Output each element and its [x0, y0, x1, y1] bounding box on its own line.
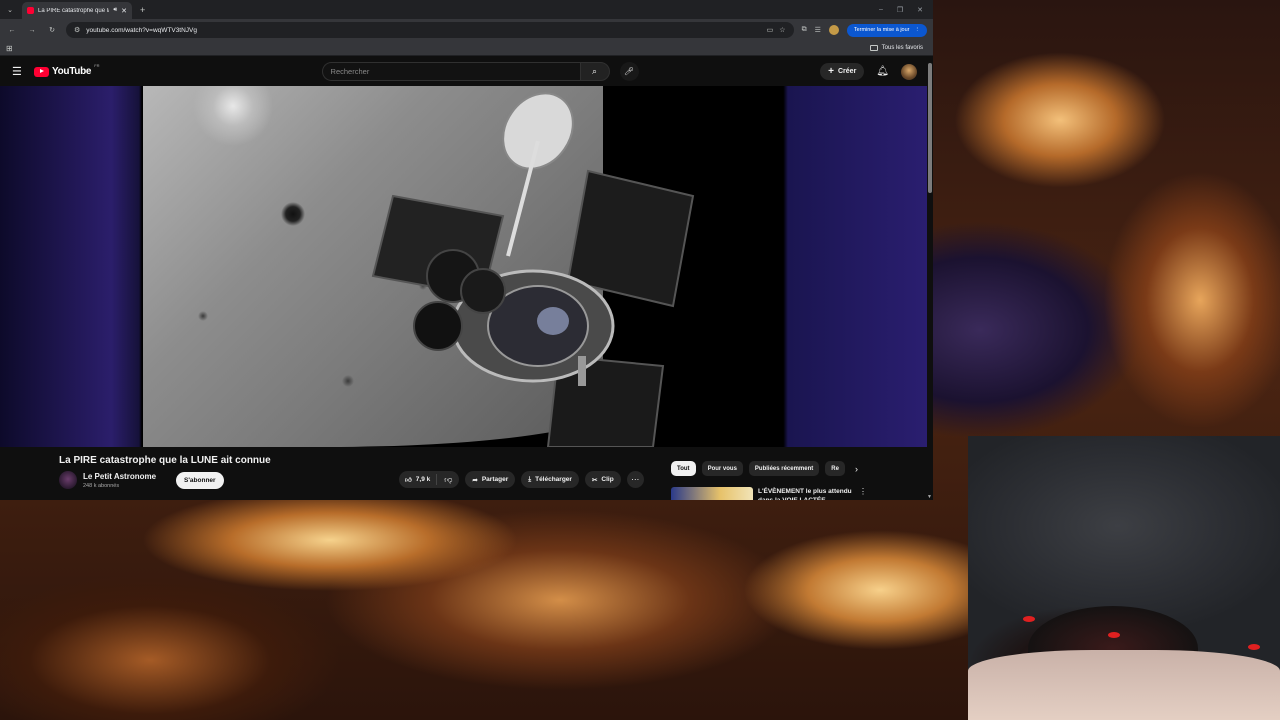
scroll-down-icon[interactable]: ▼ — [927, 494, 932, 500]
clip-label: Clip — [601, 476, 614, 483]
all-bookmarks-label: Tous les favoris — [881, 45, 923, 51]
chip-recent[interactable]: Publiées récemment — [748, 461, 820, 476]
channel-name[interactable]: Le Petit Astronome — [83, 472, 156, 481]
subscribe-button[interactable]: S'abonner — [176, 471, 224, 489]
minimize-icon[interactable]: – — [879, 6, 883, 14]
channel-info: Le Petit Astronome 248 k abonnés — [83, 472, 156, 489]
speaker-icon[interactable]: 🔊︎ — [113, 7, 117, 14]
chip-all[interactable]: Tout — [671, 461, 696, 476]
notifications-bell-icon[interactable]: 🔔︎ — [876, 66, 889, 77]
extensions-icon[interactable]: ⧉ — [802, 26, 807, 34]
browser-window: ⌄ La PIRE catastrophe que la 🔊︎ ✕ + – ❐ … — [0, 0, 933, 500]
close-window-icon[interactable]: ✕ — [917, 6, 923, 14]
webcam-overlay — [968, 436, 1280, 720]
menu-icon[interactable]: ☰ — [12, 65, 30, 78]
video-player[interactable] — [0, 86, 927, 447]
red-light-spot — [1248, 644, 1260, 650]
forward-icon[interactable]: → — [26, 27, 38, 34]
youtube-header: ☰ YouTube FR ⌕ 🎤︎ + Créer 🔔︎ — [0, 57, 933, 86]
address-bar[interactable]: ⚙ youtube.com/watch?v=wqWTV3tNJVg ▭ ☆ — [66, 22, 794, 38]
chevron-right-icon[interactable]: › — [855, 464, 858, 474]
download-button[interactable]: ⤓ Télécharger — [521, 471, 579, 488]
back-icon[interactable]: ← — [6, 27, 18, 34]
search-input[interactable] — [321, 62, 580, 81]
all-bookmarks-button[interactable]: Tous les favoris — [869, 45, 927, 51]
tab-title: La PIRE catastrophe que la — [38, 7, 110, 14]
video-actions: 👍︎ 7,9 k 👎︎ ➦ Partager ⤓ Télécharger ✂ C… — [399, 471, 644, 488]
youtube-play-icon — [34, 66, 49, 77]
update-button[interactable]: Terminer la mise à jour ⋮ — [846, 23, 927, 37]
plus-icon: + — [828, 66, 834, 77]
bookmarks-bar: ⊞ Tous les favoris — [0, 41, 933, 56]
microphone-icon[interactable]: 🎤︎ — [619, 62, 639, 81]
bookmark-star-icon[interactable]: ☆ — [779, 26, 785, 34]
recommended-title[interactable]: L'ÉVÈNEMENT le plus attendu dans la VOIE… — [758, 487, 854, 500]
share-icon: ➦ — [472, 476, 478, 484]
scissors-icon: ✂ — [591, 476, 598, 484]
youtube-logo[interactable]: YouTube FR — [34, 63, 100, 77]
more-actions-icon[interactable]: ⋯ — [626, 471, 644, 488]
like-button[interactable]: 👍︎ 7,9 k — [399, 474, 438, 485]
create-label: Créer — [838, 68, 857, 75]
profile-avatar[interactable] — [828, 25, 839, 35]
new-tab-button[interactable]: + — [140, 5, 145, 15]
webcam-foreground — [968, 650, 1280, 720]
subscriber-count: 248 k abonnés — [83, 482, 120, 489]
recommendation-chips: Tout Pour vous Publiées récemment Re › — [671, 461, 858, 476]
active-tab[interactable]: La PIRE catastrophe que la 🔊︎ ✕ — [22, 2, 132, 19]
chip-for-you[interactable]: Pour vous — [701, 461, 743, 476]
video-title: La PIRE catastrophe que la LUNE ait conn… — [59, 455, 271, 466]
browser-toolbar: ← → ↻ ⚙ youtube.com/watch?v=wqWTV3tNJVg … — [0, 19, 933, 41]
recommended-thumbnail[interactable] — [671, 487, 753, 500]
recommended-video[interactable]: L'ÉVÈNEMENT le plus attendu dans la VOIE… — [671, 487, 871, 500]
country-code: FR — [94, 63, 100, 68]
window-controls: – ❐ ✕ — [879, 6, 933, 14]
download-label: Télécharger — [535, 476, 572, 483]
tab-search-button[interactable]: ⌄ — [4, 4, 16, 16]
more-options-icon[interactable]: ⋮ — [859, 487, 867, 500]
red-light-spot — [1023, 616, 1035, 622]
cast-icon[interactable]: ▭ — [767, 26, 774, 34]
share-label: Partager — [481, 476, 509, 483]
update-label: Terminer la mise à jour — [853, 27, 910, 33]
like-count: 7,9 k — [415, 476, 431, 483]
download-icon: ⤓ — [528, 475, 532, 483]
menu-kebab-icon: ⋮ — [914, 27, 921, 33]
header-actions: + Créer 🔔︎ — [820, 63, 921, 80]
scrollbar-thumb[interactable] — [928, 63, 932, 193]
url-text[interactable]: youtube.com/watch?v=wqWTV3tNJVg — [86, 27, 760, 34]
site-info-icon[interactable]: ⚙ — [74, 26, 80, 34]
youtube-logo-text: YouTube — [52, 66, 92, 77]
clip-button[interactable]: ✂ Clip — [584, 471, 621, 488]
channel-avatar[interactable] — [59, 471, 77, 489]
red-light-spot — [1108, 632, 1120, 638]
apps-grid-icon[interactable]: ⊞ — [6, 44, 13, 53]
account-avatar[interactable] — [901, 63, 917, 80]
thumbs-down-icon[interactable]: 👎︎ — [437, 475, 459, 485]
reload-icon[interactable]: ↻ — [46, 26, 58, 34]
channel-row: Le Petit Astronome 248 k abonnés S'abonn… — [59, 471, 224, 489]
share-button[interactable]: ➦ Partager — [465, 471, 516, 488]
video-frame[interactable] — [143, 86, 783, 447]
video-info: La PIRE catastrophe que la LUNE ait conn… — [0, 447, 927, 500]
like-dislike-group: 👍︎ 7,9 k 👎︎ — [399, 471, 460, 488]
maximize-icon[interactable]: ❐ — [897, 6, 903, 14]
page-scrollbar[interactable]: ▼ — [927, 57, 933, 500]
folder-icon — [869, 45, 878, 51]
tab-strip: ⌄ La PIRE catastrophe que la 🔊︎ ✕ + – ❐ … — [0, 0, 933, 19]
search-bar: ⌕ 🎤︎ — [321, 62, 639, 81]
thumbs-up-icon: 👍︎ — [405, 476, 412, 484]
youtube-favicon-icon — [27, 7, 34, 14]
tab-close-icon[interactable]: ✕ — [121, 7, 127, 15]
reading-list-icon[interactable]: ☰ — [815, 26, 821, 34]
chip-related[interactable]: Re — [825, 461, 845, 476]
search-icon[interactable]: ⌕ — [579, 62, 610, 81]
youtube-page: ☰ YouTube FR ⌕ 🎤︎ + Créer 🔔︎ — [0, 57, 933, 500]
spacecraft-image — [371, 92, 695, 447]
create-button[interactable]: + Créer — [820, 63, 865, 80]
